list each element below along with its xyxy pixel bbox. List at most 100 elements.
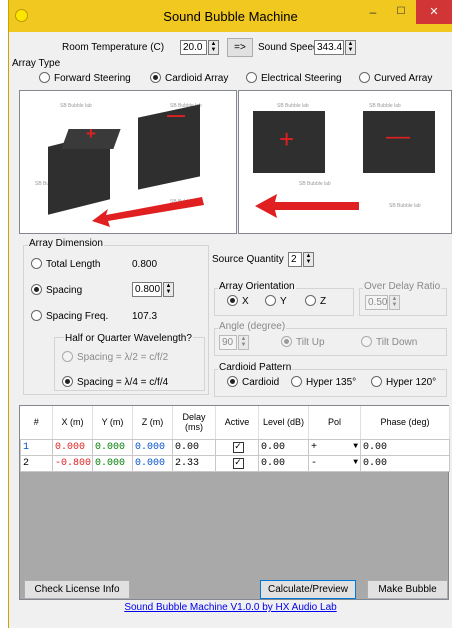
perspective-preview: SB Bubble lab SB Bubble lab SB Bubble la… xyxy=(19,90,237,234)
radio-cardioid-array-label: Cardioid Array xyxy=(165,73,229,84)
radio-electrical-steering[interactable]: Electrical Steering xyxy=(246,72,342,84)
cell-y[interactable]: 0.000 xyxy=(92,438,133,456)
title-bar: Sound Bubble Machine – ☐ ✕ xyxy=(9,0,452,32)
radio-cardioid-array-dot xyxy=(150,72,161,83)
source-quantity-label: Source Quantity xyxy=(212,254,284,265)
over-delay-label: Over Delay Ratio xyxy=(363,281,442,292)
radio-total-length-dot xyxy=(31,258,42,269)
convert-button[interactable]: => xyxy=(227,38,253,57)
radio-orient-z[interactable]: Z xyxy=(305,295,326,307)
radio-spacing-label: Spacing xyxy=(46,285,83,296)
cell-delay[interactable]: 0.00 xyxy=(172,438,216,456)
cell-index: 2 xyxy=(20,454,53,472)
radio-quarter-wavelength[interactable]: Spacing = λ/4 = c/f/4 xyxy=(62,376,168,388)
cell-phase[interactable]: 0.00 xyxy=(360,454,450,472)
cell-level[interactable]: 0.00 xyxy=(258,454,309,472)
radio-orient-y[interactable]: Y xyxy=(265,295,287,307)
sound-speed-label: Sound Speed xyxy=(258,42,319,53)
radio-tilt-up[interactable]: Tilt Up xyxy=(281,336,325,348)
radio-orient-x-label: X xyxy=(242,296,249,307)
preview-watermark: SB Bubble lab xyxy=(299,181,331,187)
room-temp-input[interactable]: 20.0 xyxy=(180,40,207,55)
maximize-button[interactable]: ☐ xyxy=(387,0,415,24)
chevron-down-icon[interactable]: ▼ xyxy=(353,442,360,451)
cardioid-pattern-label: Cardioid Pattern xyxy=(218,362,293,373)
cell-active[interactable]: ✓ xyxy=(215,454,259,472)
cell-pol[interactable]: + ▼ xyxy=(308,438,361,456)
radio-curved-array-dot xyxy=(359,72,370,83)
minimize-button[interactable]: – xyxy=(359,0,387,24)
angle-input[interactable]: 90 xyxy=(219,335,237,350)
col-header-level: Level (dB) xyxy=(258,406,309,440)
cell-pol[interactable]: - ▼ xyxy=(308,454,361,472)
source-quantity-input[interactable]: 2 xyxy=(288,252,302,267)
spacing-spinner[interactable]: ▲ ▼ xyxy=(163,282,174,297)
radio-half-wavelength[interactable]: Spacing = λ/2 = c/f/2 xyxy=(62,351,168,363)
cell-index: 1 xyxy=(20,438,53,456)
radio-orient-y-dot xyxy=(265,295,276,306)
table-row[interactable]: 2 -0.800 0.000 0.000 2.33 ✓ 0.00 - ▼ 0.00 xyxy=(20,454,450,472)
radio-hyper-120-dot xyxy=(371,376,382,387)
radio-spacing-dot xyxy=(31,284,42,295)
check-license-button[interactable]: Check License Info xyxy=(24,580,130,599)
active-checkbox[interactable]: ✓ xyxy=(232,441,244,453)
plus-icon: + xyxy=(279,124,295,154)
radio-hyper-135[interactable]: Hyper 135° xyxy=(291,376,356,388)
active-checkbox[interactable]: ✓ xyxy=(232,457,244,469)
room-temp-label: Room Temperature (C) xyxy=(62,42,165,53)
pol-select[interactable]: - xyxy=(311,458,317,469)
col-header-index: # xyxy=(20,406,53,440)
radio-cardioid-array[interactable]: Cardioid Array xyxy=(150,72,228,84)
radio-hyper-120[interactable]: Hyper 120° xyxy=(371,376,436,388)
col-header-pol: Pol xyxy=(308,406,361,440)
col-header-z: Z (m) xyxy=(132,406,173,440)
radio-orient-x[interactable]: X xyxy=(227,295,249,307)
room-temp-spinner[interactable]: ▲ ▼ xyxy=(208,40,219,55)
radio-orient-x-dot xyxy=(227,295,238,306)
over-delay-input[interactable]: 0.50 xyxy=(365,295,388,310)
cell-delay[interactable]: 2.33 xyxy=(172,454,216,472)
col-header-active: Active xyxy=(215,406,259,440)
radio-cardioid-label: Cardioid xyxy=(242,377,280,388)
cell-y[interactable]: 0.000 xyxy=(92,454,133,472)
close-button[interactable]: ✕ xyxy=(416,0,452,24)
cell-phase[interactable]: 0.00 xyxy=(360,438,450,456)
radio-total-length[interactable]: Total Length xyxy=(31,258,101,270)
radio-curved-array[interactable]: Curved Array xyxy=(359,72,432,84)
radio-spacing-freq-dot xyxy=(31,310,42,321)
radio-spacing-freq[interactable]: Spacing Freq. xyxy=(31,310,108,322)
radio-electrical-steering-label: Electrical Steering xyxy=(261,73,342,84)
chevron-down-icon[interactable]: ▼ xyxy=(353,458,360,467)
table-header-row: # X (m) Y (m) Z (m) Delay (ms) Active Le… xyxy=(20,406,450,440)
calculate-preview-button[interactable]: Calculate/Preview xyxy=(260,580,356,599)
table-row[interactable]: 1 0.000 0.000 0.000 0.00 ✓ 0.00 + ▼ 0.00 xyxy=(20,438,450,456)
preview-watermark: SB Bubble lab xyxy=(369,103,401,109)
radio-curved-array-label: Curved Array xyxy=(374,73,433,84)
radio-electrical-steering-dot xyxy=(246,72,257,83)
angle-spinner[interactable]: ▲ ▼ xyxy=(238,335,249,350)
cell-level[interactable]: 0.00 xyxy=(258,438,309,456)
sound-speed-spinner[interactable]: ▲ ▼ xyxy=(345,40,356,55)
cell-active[interactable]: ✓ xyxy=(215,438,259,456)
over-delay-spinner[interactable]: ▲ ▼ xyxy=(389,295,400,310)
radio-tilt-up-label: Tilt Up xyxy=(296,337,325,348)
cell-z[interactable]: 0.000 xyxy=(132,438,173,456)
source-quantity-spinner[interactable]: ▲ ▼ xyxy=(303,252,314,267)
cell-x[interactable]: 0.000 xyxy=(52,438,93,456)
cell-z[interactable]: 0.000 xyxy=(132,454,173,472)
about-link[interactable]: Sound Bubble Machine V1.0.0 by HX Audio … xyxy=(9,602,452,613)
radio-spacing[interactable]: Spacing xyxy=(31,284,82,296)
radio-cardioid[interactable]: Cardioid xyxy=(227,376,279,388)
radio-orient-y-label: Y xyxy=(280,296,287,307)
radio-forward-steering[interactable]: Forward Steering xyxy=(39,72,131,84)
radio-tilt-down[interactable]: Tilt Down xyxy=(361,336,417,348)
radio-tilt-down-label: Tilt Down xyxy=(376,337,418,348)
pol-select[interactable]: + xyxy=(311,442,317,453)
minus-icon: — xyxy=(386,123,410,150)
cell-x[interactable]: -0.800 xyxy=(52,454,93,472)
radio-hyper-135-label: Hyper 135° xyxy=(306,377,357,388)
make-bubble-button[interactable]: Make Bubble xyxy=(367,580,448,599)
col-header-x: X (m) xyxy=(52,406,93,440)
spacing-input[interactable]: 0.800 xyxy=(132,282,162,297)
sound-speed-input[interactable]: 343.4 xyxy=(314,40,344,55)
